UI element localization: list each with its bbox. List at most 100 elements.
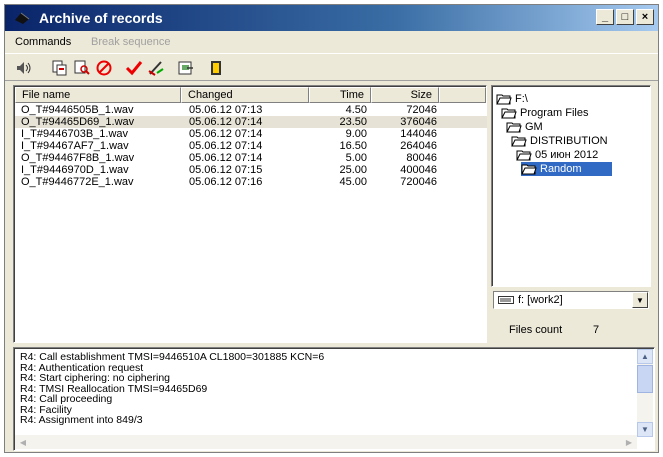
changed-cell: 05.06.12 07:15	[189, 164, 263, 176]
folder-icon	[511, 135, 530, 147]
menu-commands[interactable]: Commands	[15, 36, 71, 48]
file-list[interactable]: File name Changed Time Size O_T#9446505B…	[13, 85, 487, 343]
tree-node[interactable]: Random	[521, 162, 612, 176]
changed-cell: 05.06.12 07:14	[189, 152, 263, 164]
chevron-down-icon[interactable]: ▼	[632, 292, 648, 308]
size-cell: 376046	[400, 116, 437, 128]
exit-icon	[211, 61, 221, 75]
copy-record-button[interactable]	[49, 57, 71, 79]
close-button[interactable]: ×	[636, 9, 654, 25]
table-row[interactable]: O_T#9446772E_1.wav 05.06.12 07:16 45.00 720…	[15, 176, 487, 188]
folder-icon	[501, 107, 520, 119]
table-row[interactable]: O_T#9446505B_1.wav 05.06.12 07:13 4.50 7204…	[15, 104, 487, 116]
log-horizontal-scrollbar[interactable]: ◀ ▶	[15, 435, 637, 449]
table-row[interactable]: O_T#94467F8B_1.wav 05.06.12 07:14 5.00 8004…	[15, 152, 487, 164]
window-title: Archive of records	[39, 10, 163, 26]
file-name-cell: I_T#9446703B_1.wav	[21, 128, 129, 140]
changed-cell: 05.06.12 07:14	[189, 140, 263, 152]
column-header-spacer	[439, 87, 486, 103]
column-header-file-name[interactable]: File name	[15, 87, 181, 103]
find-button[interactable]	[71, 57, 93, 79]
file-name-cell: I_T#9446970D_1.wav	[21, 164, 129, 176]
log-lines: R4: Call establishment TMSI=9446510A CL1…	[20, 352, 632, 426]
log-line: R4: Assignment into 849/3	[20, 414, 143, 426]
checkmark-icon	[125, 61, 143, 76]
table-row[interactable]: O_T#94465D69_1.wav 05.06.12 07:14 23.50 376…	[15, 116, 487, 128]
file-name-cell: O_T#9446505B_1.wav	[21, 104, 134, 116]
copy-record-icon	[52, 60, 67, 76]
folder-icon	[516, 149, 535, 161]
scroll-thumb[interactable]	[637, 365, 653, 393]
stop-icon	[96, 60, 112, 76]
app-icon	[15, 12, 30, 24]
time-cell: 9.00	[345, 128, 367, 140]
table-row[interactable]: I_T#9446970D_1.wav 05.06.12 07:15 25.00 400…	[15, 164, 487, 176]
column-header-changed[interactable]: Changed	[181, 87, 309, 103]
time-cell: 4.50	[345, 104, 367, 116]
folder-icon	[506, 121, 525, 133]
speaker-button[interactable]	[13, 57, 35, 79]
changed-cell: 05.06.12 07:16	[189, 176, 263, 188]
size-cell: 80046	[406, 152, 437, 164]
time-cell: 5.00	[345, 152, 367, 164]
size-cell: 72046	[406, 104, 437, 116]
tree-node-label: 05 июн 2012	[535, 149, 599, 161]
changed-cell: 05.06.12 07:13	[189, 104, 263, 116]
tree-node[interactable]: DISTRIBUTION	[511, 134, 608, 148]
file-name-cell: O_T#94467F8B_1.wav	[21, 152, 135, 164]
tree-node[interactable]: Program Files	[501, 106, 588, 120]
time-cell: 23.50	[339, 116, 367, 128]
file-name-cell: I_T#94467AF7_1.wav	[21, 140, 129, 152]
changed-cell: 05.06.12 07:14	[189, 128, 263, 140]
tree-node-label: Random	[540, 163, 582, 175]
drive-select[interactable]: f: [work2] ▼	[493, 291, 649, 309]
toolbar	[5, 53, 658, 81]
size-cell: 720046	[400, 176, 437, 188]
tree-node[interactable]: GM	[506, 120, 543, 134]
drive-select-value: f: [work2]	[518, 294, 563, 306]
size-cell: 400046	[400, 164, 437, 176]
log-panel[interactable]: R4: Call establishment TMSI=9446510A CL1…	[13, 347, 655, 451]
menu-break-sequence[interactable]: Break sequence	[91, 36, 171, 48]
minimize-button[interactable]: _	[596, 9, 614, 25]
stop-button[interactable]	[93, 57, 115, 79]
scroll-up-icon[interactable]: ▲	[637, 349, 653, 364]
file-rows: O_T#9446505B_1.wav 05.06.12 07:13 4.50 7204…	[15, 104, 487, 188]
log-line: R4: Start ciphering: no ciphering	[20, 372, 170, 384]
table-row[interactable]: I_T#9446703B_1.wav 05.06.12 07:14 9.00 1440…	[15, 128, 487, 140]
tree-node[interactable]: 05 июн 2012	[516, 148, 598, 162]
scroll-left-icon[interactable]: ◀	[15, 435, 31, 449]
maximize-button[interactable]: □	[616, 9, 634, 25]
scroll-down-icon[interactable]: ▼	[637, 422, 653, 437]
log-line: R4: Call establishment TMSI=9446510A CL1…	[20, 351, 325, 363]
tree-node[interactable]: F:\	[496, 92, 528, 106]
file-name-cell: O_T#9446772E_1.wav	[21, 176, 134, 188]
size-cell: 264046	[400, 140, 437, 152]
tree-node-label: GM	[525, 121, 543, 133]
scroll-right-icon[interactable]: ▶	[621, 435, 637, 449]
column-header-size[interactable]: Size	[371, 87, 439, 103]
file-name-cell: O_T#94465D69_1.wav	[21, 116, 135, 128]
changed-cell: 05.06.12 07:14	[189, 116, 263, 128]
table-row[interactable]: I_T#94467AF7_1.wav 05.06.12 07:14 16.50 264…	[15, 140, 487, 152]
column-header-time[interactable]: Time	[309, 87, 371, 103]
files-count-value: 7	[593, 324, 600, 336]
menu-bar: Commands Break sequence	[5, 32, 658, 52]
log-vertical-scrollbar[interactable]: ▲ ▼	[637, 349, 653, 437]
tree-node-label: F:\	[515, 93, 528, 105]
exit-button[interactable]	[205, 57, 227, 79]
find-icon	[74, 60, 90, 75]
speaker-icon	[17, 62, 31, 74]
files-count-label: Files count	[509, 324, 563, 336]
window-controls: _ □ ×	[596, 9, 654, 25]
folder-tree[interactable]: F:\ Program Files GM DISTRIBUTION 05 июн 201…	[491, 85, 651, 287]
export-icon	[178, 61, 193, 75]
edit-button[interactable]	[145, 57, 167, 79]
export-button[interactable]	[175, 57, 197, 79]
edit-icon	[148, 61, 164, 76]
title-bar[interactable]: Archive of records _ □ ×	[5, 5, 658, 31]
checkmark-button[interactable]	[123, 57, 145, 79]
size-cell: 144046	[400, 128, 437, 140]
drive-icon	[498, 296, 514, 304]
archive-window: Archive of records _ □ × Commands Break …	[4, 4, 659, 453]
